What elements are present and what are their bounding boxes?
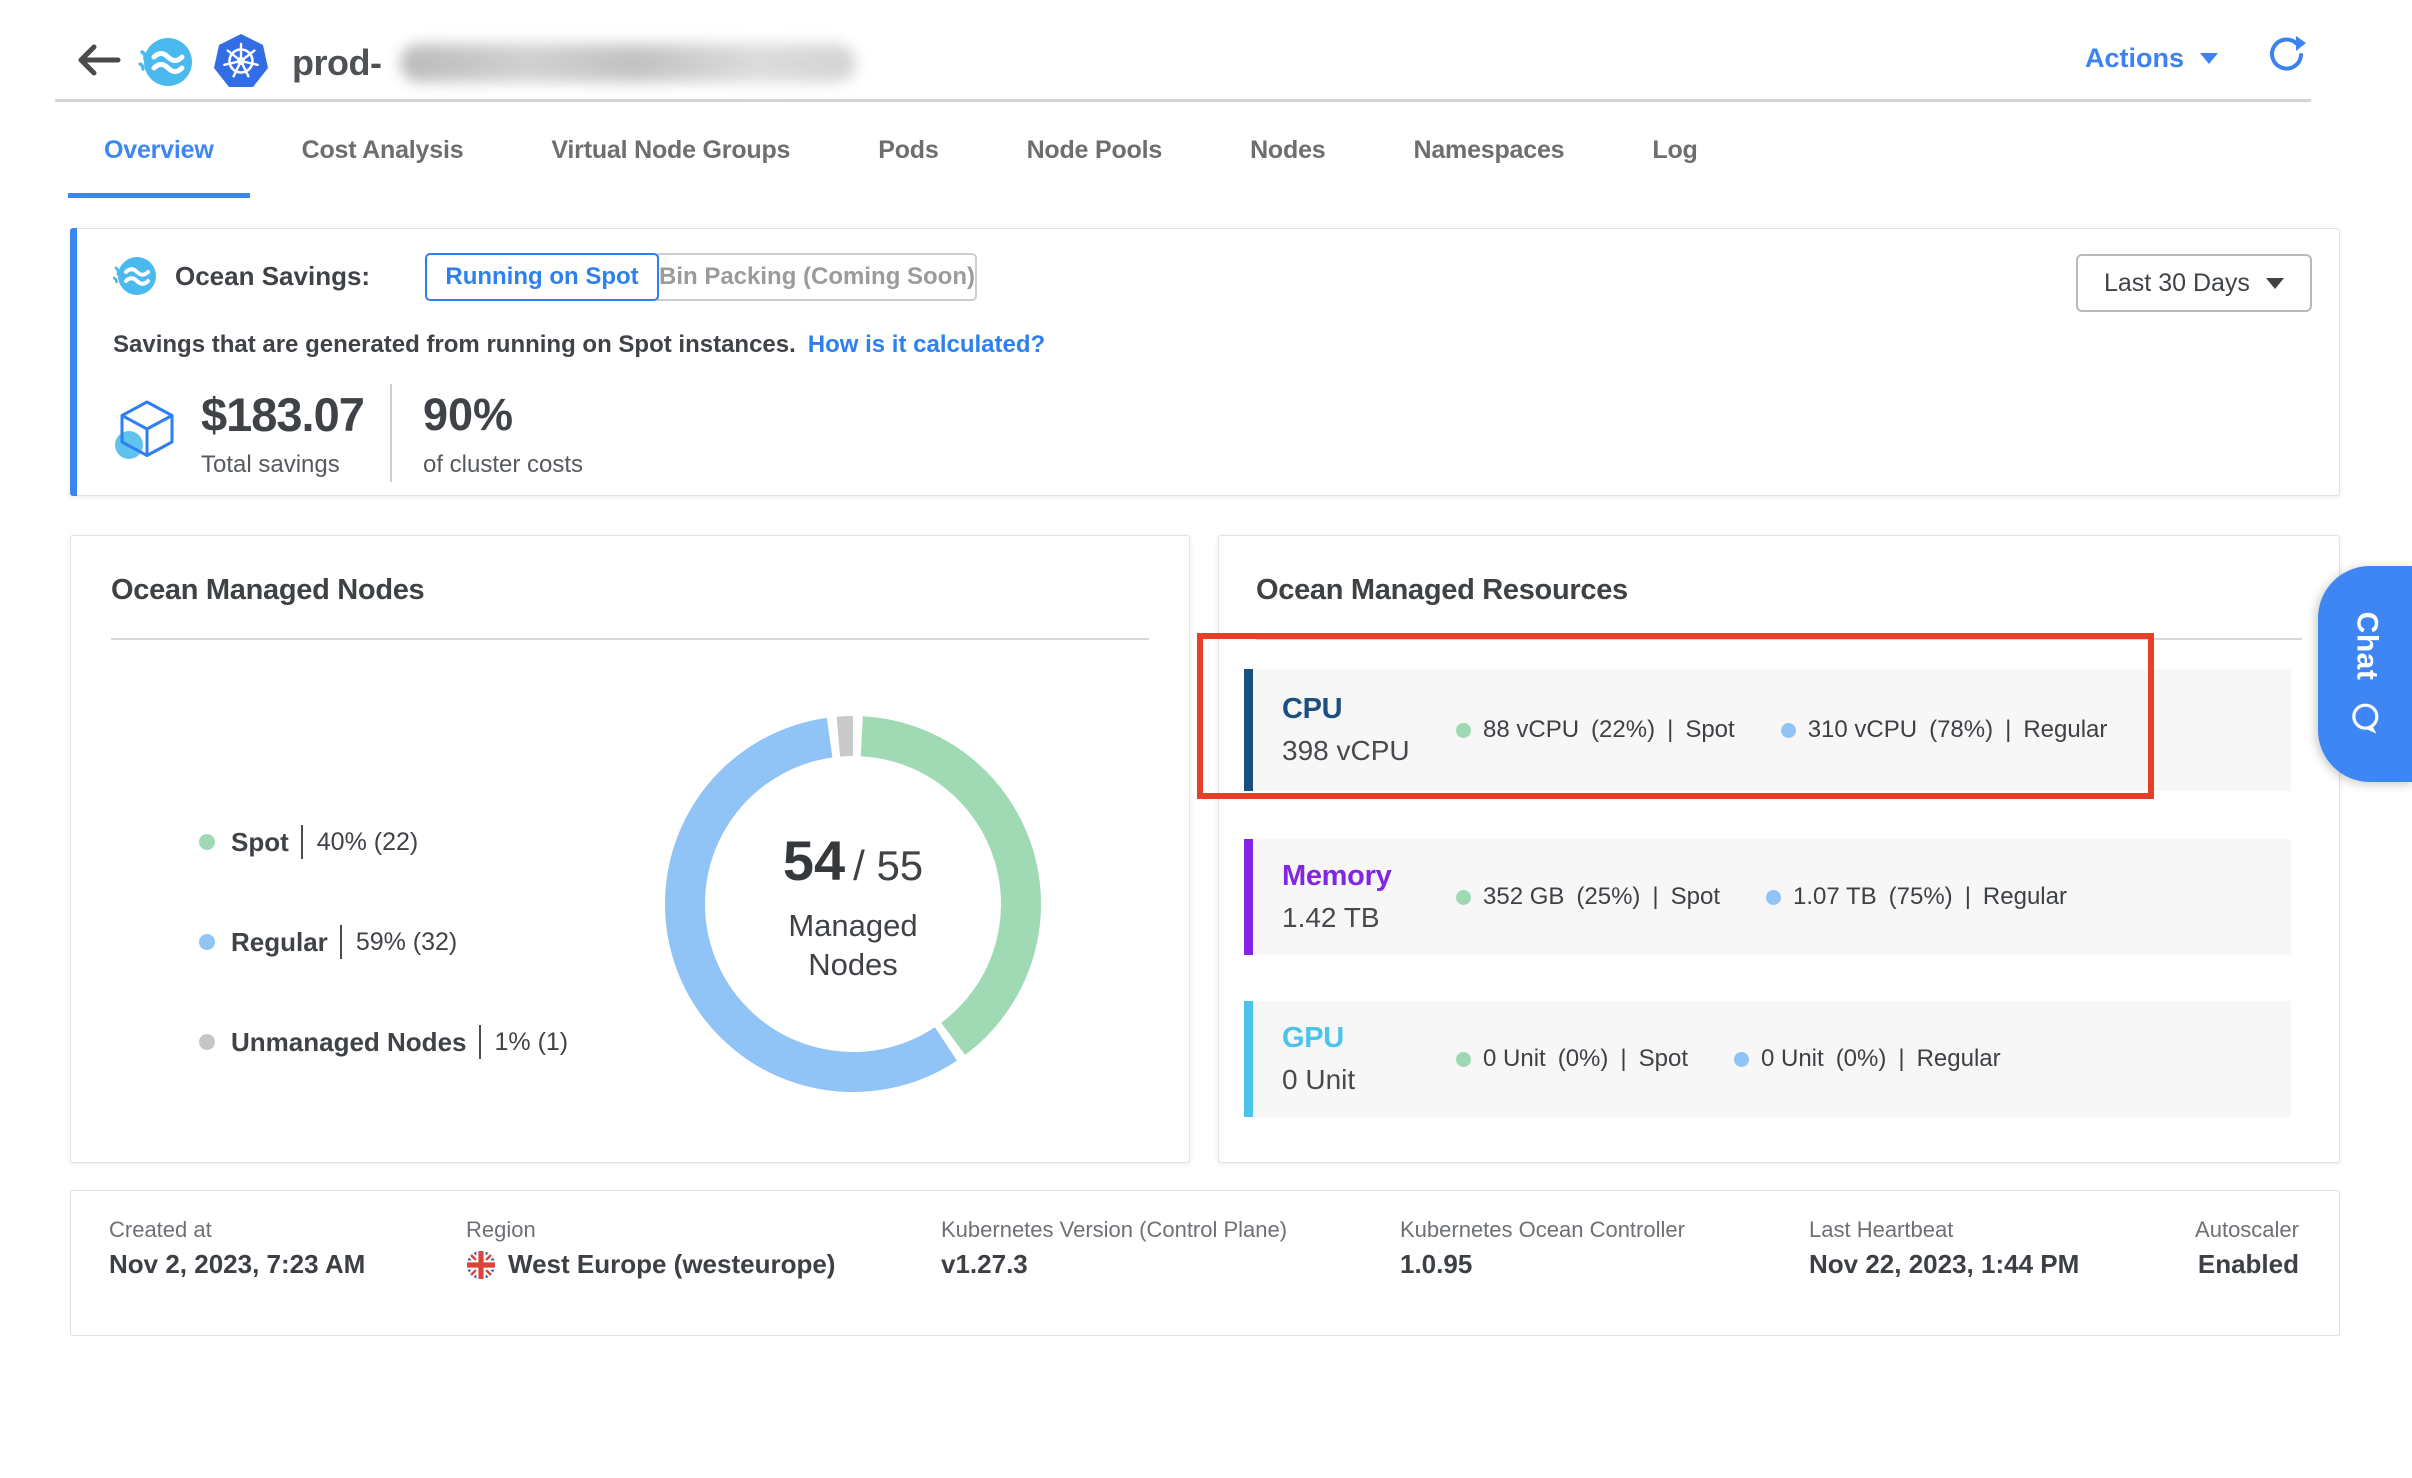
cpu-name: CPU xyxy=(1282,693,1410,726)
memory-regular-stat: 1.07 TB (75%) | Regular xyxy=(1766,883,2067,911)
autoscaler-status-value: Enabled xyxy=(2198,1249,2299,1280)
tab-log[interactable]: Log xyxy=(1608,102,1741,198)
chevron-down-icon xyxy=(2200,53,2218,64)
spot-ocean-logo-icon xyxy=(138,34,194,90)
cluster-cost-percent-value: 90% xyxy=(423,389,513,441)
gpu-accent-bar xyxy=(1244,1001,1253,1117)
ocean-savings-card: Ocean Savings: Running on Spot Bin Packi… xyxy=(70,228,2340,496)
managed-nodes-title: Ocean Managed Nodes xyxy=(111,574,424,607)
actions-dropdown-button[interactable]: Actions xyxy=(2085,36,2218,80)
spot-stat-dot xyxy=(1456,1052,1471,1067)
total-savings-label: Total savings xyxy=(201,451,340,479)
refresh-icon xyxy=(2266,34,2306,74)
savings-vertical-divider xyxy=(390,384,392,482)
cpu-regular-stat: 310 vCPU (78%) | Regular xyxy=(1781,716,2108,744)
cluster-metadata-bar: Created at Nov 2, 2023, 7:23 AM Region W… xyxy=(70,1190,2340,1336)
spot-legend-dot xyxy=(199,834,215,850)
tab-overview[interactable]: Overview xyxy=(60,102,258,198)
tab-node-pools[interactable]: Node Pools xyxy=(983,102,1207,198)
spot-stat-dot xyxy=(1456,723,1471,738)
memory-spot-stat: 352 GB (25%) | Spot xyxy=(1456,883,1720,911)
running-on-spot-toggle[interactable]: Running on Spot xyxy=(425,253,659,301)
gpu-spot-stat: 0 Unit (0%) | Spot xyxy=(1456,1045,1688,1073)
legend-item-regular: Regular 59% (32) xyxy=(199,922,568,962)
back-arrow-button[interactable] xyxy=(76,42,122,78)
tab-namespaces[interactable]: Namespaces xyxy=(1369,102,1608,198)
regular-stat-dot xyxy=(1734,1052,1749,1067)
resource-row-cpu: CPU 398 vCPU 88 vCPU (22%) | Spot 310 vC… xyxy=(1244,669,2291,791)
ocean-managed-nodes-card: Ocean Managed Nodes Spot 40% (22) Regula… xyxy=(70,535,1190,1163)
cluster-cost-percent-label: of cluster costs xyxy=(423,451,583,479)
total-savings-value: $183.07 xyxy=(201,387,364,442)
bin-packing-toggle[interactable]: Bin Packing (Coming Soon) xyxy=(657,253,977,301)
chat-bubble-icon xyxy=(2348,700,2384,736)
ocean-cluster-overview-page: prod- Actions Overview Cost Analysis Vir… xyxy=(0,0,2412,1478)
how-calculated-link[interactable]: How is it calculated? xyxy=(808,331,1045,359)
chat-label: Chat xyxy=(2349,612,2383,681)
legend-item-unmanaged: Unmanaged Nodes 1% (1) xyxy=(199,1022,568,1062)
cpu-accent-bar xyxy=(1244,669,1253,791)
tab-nodes[interactable]: Nodes xyxy=(1206,102,1369,198)
managed-total: / 55 xyxy=(853,842,923,890)
legend-item-spot: Spot 40% (22) xyxy=(199,822,568,862)
gpu-total: 0 Unit xyxy=(1282,1064,1355,1096)
gpu-name: GPU xyxy=(1282,1022,1355,1055)
actions-label: Actions xyxy=(2085,43,2184,74)
gpu-regular-stat: 0 Unit (0%) | Regular xyxy=(1734,1045,2001,1073)
chat-button[interactable]: Chat xyxy=(2318,566,2412,782)
k8s-version-value: v1.27.3 xyxy=(941,1249,1028,1280)
tab-virtual-node-groups[interactable]: Virtual Node Groups xyxy=(507,102,834,198)
regular-stat-dot xyxy=(1766,890,1781,905)
cpu-total: 398 vCPU xyxy=(1282,735,1410,767)
savings-cube-icon xyxy=(114,397,180,463)
controller-value: 1.0.95 xyxy=(1400,1249,1472,1280)
legend-separator xyxy=(301,825,303,859)
managed-count: 54 xyxy=(783,828,845,893)
legend-separator xyxy=(479,1025,481,1059)
ocean-waves-icon xyxy=(113,254,157,298)
refresh-button[interactable] xyxy=(2266,34,2306,74)
card-divider xyxy=(1256,638,2302,640)
managed-resources-title: Ocean Managed Resources xyxy=(1256,574,1628,607)
spot-stat-dot xyxy=(1456,890,1471,905)
regular-legend-dot xyxy=(199,934,215,950)
header: prod- Actions xyxy=(0,0,2412,100)
period-dropdown-value: Last 30 Days xyxy=(2104,269,2250,298)
memory-total: 1.42 TB xyxy=(1282,902,1391,934)
memory-name: Memory xyxy=(1282,860,1391,893)
tab-cost-analysis[interactable]: Cost Analysis xyxy=(258,102,508,198)
savings-card-accent-bar xyxy=(70,228,77,496)
created-at-value: Nov 2, 2023, 7:23 AM xyxy=(109,1249,365,1280)
period-dropdown[interactable]: Last 30 Days xyxy=(2076,254,2312,312)
tab-pods[interactable]: Pods xyxy=(834,102,982,198)
unmanaged-legend-dot xyxy=(199,1034,215,1050)
savings-header-row: Ocean Savings: xyxy=(113,251,370,301)
donut-center-label: Managed Nodes xyxy=(763,907,943,985)
regular-stat-dot xyxy=(1781,723,1796,738)
ocean-managed-resources-card: Ocean Managed Resources CPU 398 vCPU 88 … xyxy=(1218,535,2340,1163)
savings-section-label: Ocean Savings: xyxy=(175,261,370,292)
nodes-legend: Spot 40% (22) Regular 59% (32) Unmanaged… xyxy=(199,822,568,1062)
cluster-title-redacted xyxy=(400,44,856,82)
tab-bar: Overview Cost Analysis Virtual Node Grou… xyxy=(60,102,1742,198)
savings-description: Savings that are generated from running … xyxy=(113,331,796,359)
resource-row-memory: Memory 1.42 TB 352 GB (25%) | Spot 1.07 … xyxy=(1244,839,2291,955)
card-divider xyxy=(111,638,1149,640)
cpu-spot-stat: 88 vCPU (22%) | Spot xyxy=(1456,716,1735,744)
uk-flag-icon xyxy=(466,1250,496,1280)
cluster-title: prod- xyxy=(292,42,381,84)
resource-row-gpu: GPU 0 Unit 0 Unit (0%) | Spot 0 Unit (0%… xyxy=(1244,1001,2291,1117)
kubernetes-logo-icon xyxy=(212,32,270,90)
donut-center-text: 54 / 55 Managed Nodes xyxy=(723,828,983,985)
region-value: West Europe (westeurope) xyxy=(466,1249,835,1280)
savings-description-row: Savings that are generated from running … xyxy=(113,331,1045,359)
back-arrow-icon xyxy=(76,42,122,78)
memory-accent-bar xyxy=(1244,839,1253,955)
chevron-down-icon xyxy=(2266,278,2284,289)
donut-segment-unmanaged-nodes xyxy=(838,736,853,737)
heartbeat-value: Nov 22, 2023, 1:44 PM xyxy=(1809,1249,2079,1280)
savings-toggle-group: Running on Spot Bin Packing (Coming Soon… xyxy=(425,253,977,301)
legend-separator xyxy=(340,925,342,959)
